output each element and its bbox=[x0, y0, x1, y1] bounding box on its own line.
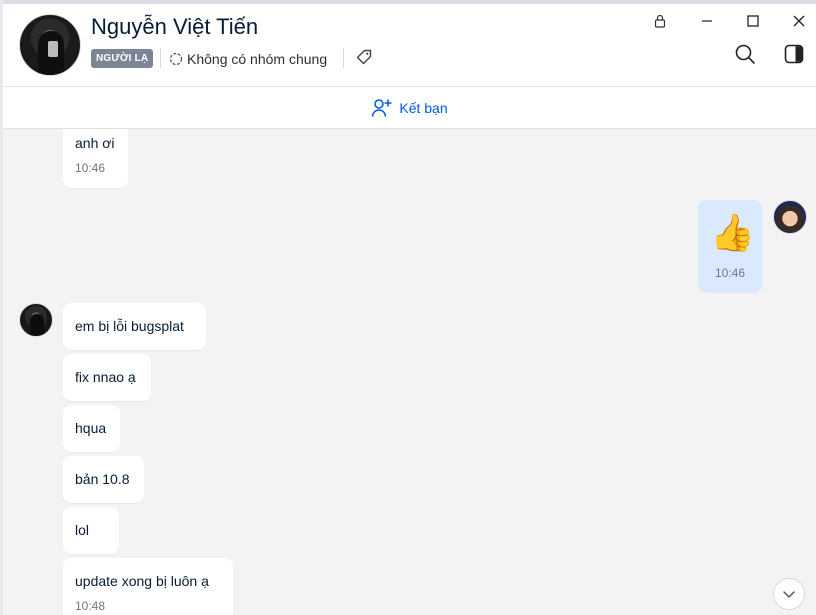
group-icon bbox=[169, 52, 183, 65]
close-button[interactable] bbox=[788, 10, 810, 32]
add-friend-icon bbox=[372, 98, 392, 117]
message-bubble[interactable]: update xong bị luôn ạ 10:48 bbox=[63, 558, 233, 615]
chevron-down-icon bbox=[783, 591, 795, 598]
stranger-badge: NGƯỜI LẠ bbox=[91, 49, 154, 68]
lock-button[interactable] bbox=[649, 10, 671, 32]
message-text: bản 10.8 bbox=[75, 471, 130, 487]
maximize-icon bbox=[747, 15, 759, 27]
conversation-header: Nguyễn Việt Tiến NGƯỜI LẠ Không có nhóm … bbox=[3, 4, 816, 87]
sidebar-toggle-icon bbox=[784, 44, 804, 64]
my-avatar[interactable] bbox=[773, 200, 807, 234]
contact-name[interactable]: Nguyễn Việt Tiến bbox=[91, 14, 258, 40]
message-bubble[interactable]: lol bbox=[63, 507, 119, 554]
header-divider bbox=[343, 48, 344, 68]
message-text: update xong bị luôn ạ bbox=[75, 573, 209, 589]
my-message-bubble[interactable]: 👍 10:46 bbox=[698, 200, 762, 292]
search-button[interactable] bbox=[732, 41, 758, 67]
message-bubble[interactable]: fix nnao ạ bbox=[63, 354, 151, 401]
add-friend-label: Kết bạn bbox=[399, 99, 448, 116]
message-text: fix nnao ạ bbox=[75, 369, 136, 385]
message-bubble[interactable]: anh ơi 10:46 bbox=[63, 129, 128, 188]
header-divider bbox=[160, 48, 161, 68]
conversation-info-toggle[interactable] bbox=[781, 41, 807, 67]
message-bubble[interactable]: bản 10.8 bbox=[63, 456, 144, 503]
add-friend-bar[interactable]: Kết bạn bbox=[3, 87, 816, 129]
message-time: 10:46 bbox=[75, 161, 106, 175]
message-text: lol bbox=[75, 522, 90, 538]
message-time: 10:46 bbox=[714, 266, 746, 280]
common-groups-label: Không có nhóm chung bbox=[187, 50, 328, 67]
contact-avatar-small[interactable] bbox=[19, 303, 53, 337]
minimize-button[interactable] bbox=[696, 10, 718, 32]
contact-avatar[interactable] bbox=[19, 14, 81, 76]
message-text: em bị lỗi bugsplat bbox=[75, 318, 184, 334]
message-bubble[interactable]: hqua bbox=[63, 405, 120, 452]
search-icon bbox=[735, 44, 755, 64]
minimize-icon bbox=[702, 20, 712, 22]
tag-icon[interactable] bbox=[355, 48, 373, 66]
thumbs-up-sticker: 👍 bbox=[710, 212, 755, 253]
message-time: 10:48 bbox=[75, 599, 106, 613]
scroll-to-bottom-button[interactable] bbox=[773, 578, 805, 610]
close-icon bbox=[793, 15, 805, 27]
maximize-button[interactable] bbox=[742, 10, 764, 32]
message-bubble[interactable]: em bị lỗi bugsplat bbox=[63, 303, 206, 350]
message-text: hqua bbox=[75, 420, 107, 436]
message-list[interactable]: anh ơi 10:46 👍 10:46 em bị lỗi bugsplat … bbox=[3, 129, 816, 615]
message-text: anh ơi bbox=[75, 135, 115, 151]
lock-icon bbox=[654, 14, 666, 28]
common-groups-info[interactable]: Không có nhóm chung bbox=[169, 49, 327, 68]
